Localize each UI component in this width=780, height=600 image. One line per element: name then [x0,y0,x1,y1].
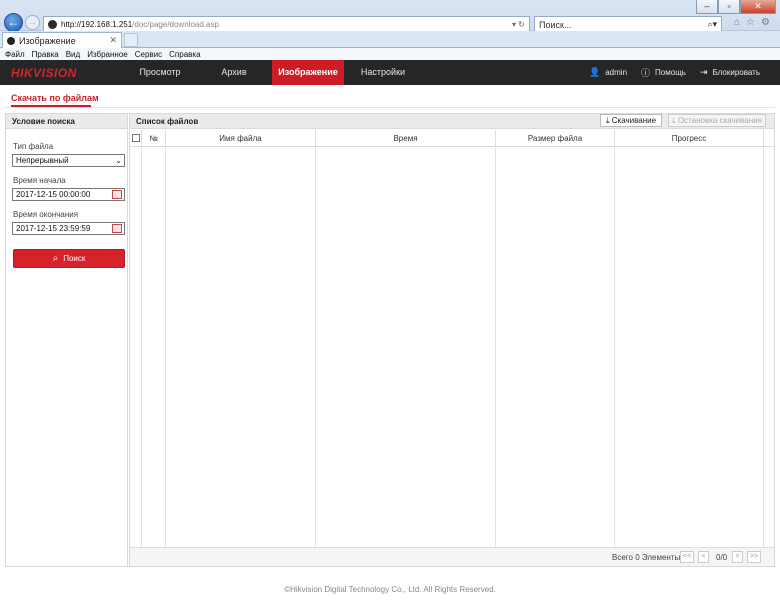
file-list-header: Список файлов ⤓ Скачивание ⤓ Остановка с… [130,114,774,129]
menu-file[interactable]: Файл [5,50,25,59]
minimize-icon[interactable]: – [696,0,718,14]
tab-title: Изображение [19,35,76,46]
download-button[interactable]: ⤓ Скачивание [600,114,662,127]
column-divider [495,148,496,547]
close-icon[interactable]: ✕ [740,0,776,14]
menu-favorites[interactable]: Избранное [87,50,128,59]
browser-menubar: Файл Правка Вид Избранное Сервис Справка [0,48,780,60]
column-divider [141,148,142,547]
download-button-label: Скачивание [611,116,657,125]
file-type-value: Непрерывный [16,156,69,165]
col-number[interactable]: № [142,130,166,146]
file-table-header: № Имя файла Время Размер файла Прогресс [130,130,774,147]
hikvision-logo: HIKVISION [11,66,77,80]
end-time-value: 2017-12-15 23:59:59 [16,224,91,233]
column-divider [165,148,166,547]
tab-close-icon[interactable]: ✕ [109,35,117,46]
select-all-cell [130,130,142,146]
file-list-panel: Список файлов ⤓ Скачивание ⤓ Остановка с… [129,113,775,567]
refresh-icon[interactable]: ▾ ↻ [512,20,525,29]
help-label: Помощь [655,68,686,77]
info-icon: ⓘ [641,68,651,78]
browser-toolbar-icons: ⌂ ☆ ⚙ [734,17,770,28]
end-time-label: Время окончания [13,210,79,219]
calendar-icon[interactable] [112,190,122,199]
start-time-label: Время начала [13,176,66,185]
file-type-label: Тип файла [13,142,54,151]
file-table-body [130,148,774,547]
divider [5,107,775,108]
logout-icon: ⇥ [699,67,708,77]
nav-picture[interactable]: Изображение [272,60,344,85]
nav-live-view[interactable]: Просмотр [130,60,190,85]
search-icon: ⌕ [52,253,59,264]
lock-link[interactable]: ⇥ Блокировать [700,67,760,78]
site-icon [48,20,57,29]
forward-arrow-icon[interactable]: → [25,15,40,30]
browser-search-placeholder: Поиск... [539,19,572,30]
favorites-star-icon[interactable]: ☆ [746,17,755,28]
pagination-bar: Всего 0 Элементы << < 0/0 > >> [130,547,774,566]
back-arrow-icon[interactable]: ← [4,13,23,32]
column-divider [614,148,615,547]
user-icon: 👤 [589,67,601,77]
col-file-size[interactable]: Размер файла [496,130,615,146]
copyright-footer: ©Hikvision Digital Technology Co., Ltd. … [284,585,496,594]
col-file-name[interactable]: Имя файла [166,130,316,146]
search-condition-panel: Условие поиска Тип файла Непрерывный ⌄ В… [5,113,128,567]
url-host: http://192.168.1.251 [61,20,133,29]
column-divider [315,148,316,547]
column-divider [763,148,764,547]
stop-download-icon: ⤓ [672,116,676,125]
stop-download-label: Остановка скачивания [677,116,762,125]
tab-favicon-icon [7,36,15,45]
home-icon[interactable]: ⌂ [734,17,740,28]
browser-tab[interactable]: Изображение ✕ [2,32,122,48]
username: admin [605,68,628,77]
window-controls: – ▫ ✕ [696,0,776,14]
new-tab-button[interactable] [124,33,138,47]
chevron-down-icon: ⌄ [115,156,122,165]
settings-gear-icon[interactable]: ⚙ [761,17,770,28]
search-icon[interactable]: ⌕▾ [707,19,717,30]
nav-configuration[interactable]: Настройки [354,60,412,85]
last-page-button[interactable]: >> [747,551,761,563]
menu-tools[interactable]: Сервис [135,50,162,59]
page-indicator: 0/0 [716,553,728,562]
prev-page-button[interactable]: < [698,551,709,563]
browser-tabbar: Изображение ✕ [0,31,780,48]
search-panel-title: Условие поиска [6,114,127,129]
download-icon: ⤓ [605,116,610,125]
next-page-button[interactable]: > [732,551,743,563]
menu-help[interactable]: Справка [169,50,200,59]
search-button-label: Поиск [63,254,86,263]
stop-download-button[interactable]: ⤓ Остановка скачивания [668,114,766,127]
maximize-icon[interactable]: ▫ [718,0,740,14]
start-time-value: 2017-12-15 00:00:00 [16,190,91,199]
menu-view[interactable]: Вид [66,50,80,59]
file-type-select[interactable]: Непрерывный ⌄ [12,154,125,167]
url-path: /doc/page/download.asp [132,20,219,29]
menu-edit[interactable]: Правка [32,50,59,59]
file-list-title: Список файлов [136,117,199,126]
app-header: HIKVISION Просмотр Архив Изображение Нас… [0,60,780,85]
search-button[interactable]: ⌕ Поиск [13,249,125,268]
tab-download-by-file[interactable]: Скачать по файлам [11,93,99,103]
first-page-button[interactable]: << [680,551,694,563]
browser-titlebar: – ▫ ✕ ← → http://192.168.1.251 /doc/page… [0,0,780,33]
end-time-input[interactable]: 2017-12-15 23:59:59 [12,222,125,235]
col-time[interactable]: Время [316,130,496,146]
help-link[interactable]: ⓘ Помощь [641,66,686,79]
calendar-icon[interactable] [112,224,122,233]
start-time-input[interactable]: 2017-12-15 00:00:00 [12,188,125,201]
user-menu[interactable]: 👤 admin [589,67,627,78]
header-user-area: 👤 admin ⓘ Помощь ⇥ Блокировать [575,60,760,85]
col-progress[interactable]: Прогресс [615,130,764,146]
nav-playback[interactable]: Архив [206,60,262,85]
lock-label: Блокировать [712,68,761,77]
select-all-checkbox[interactable] [131,134,140,142]
total-items: Всего 0 Элементы [612,553,681,562]
